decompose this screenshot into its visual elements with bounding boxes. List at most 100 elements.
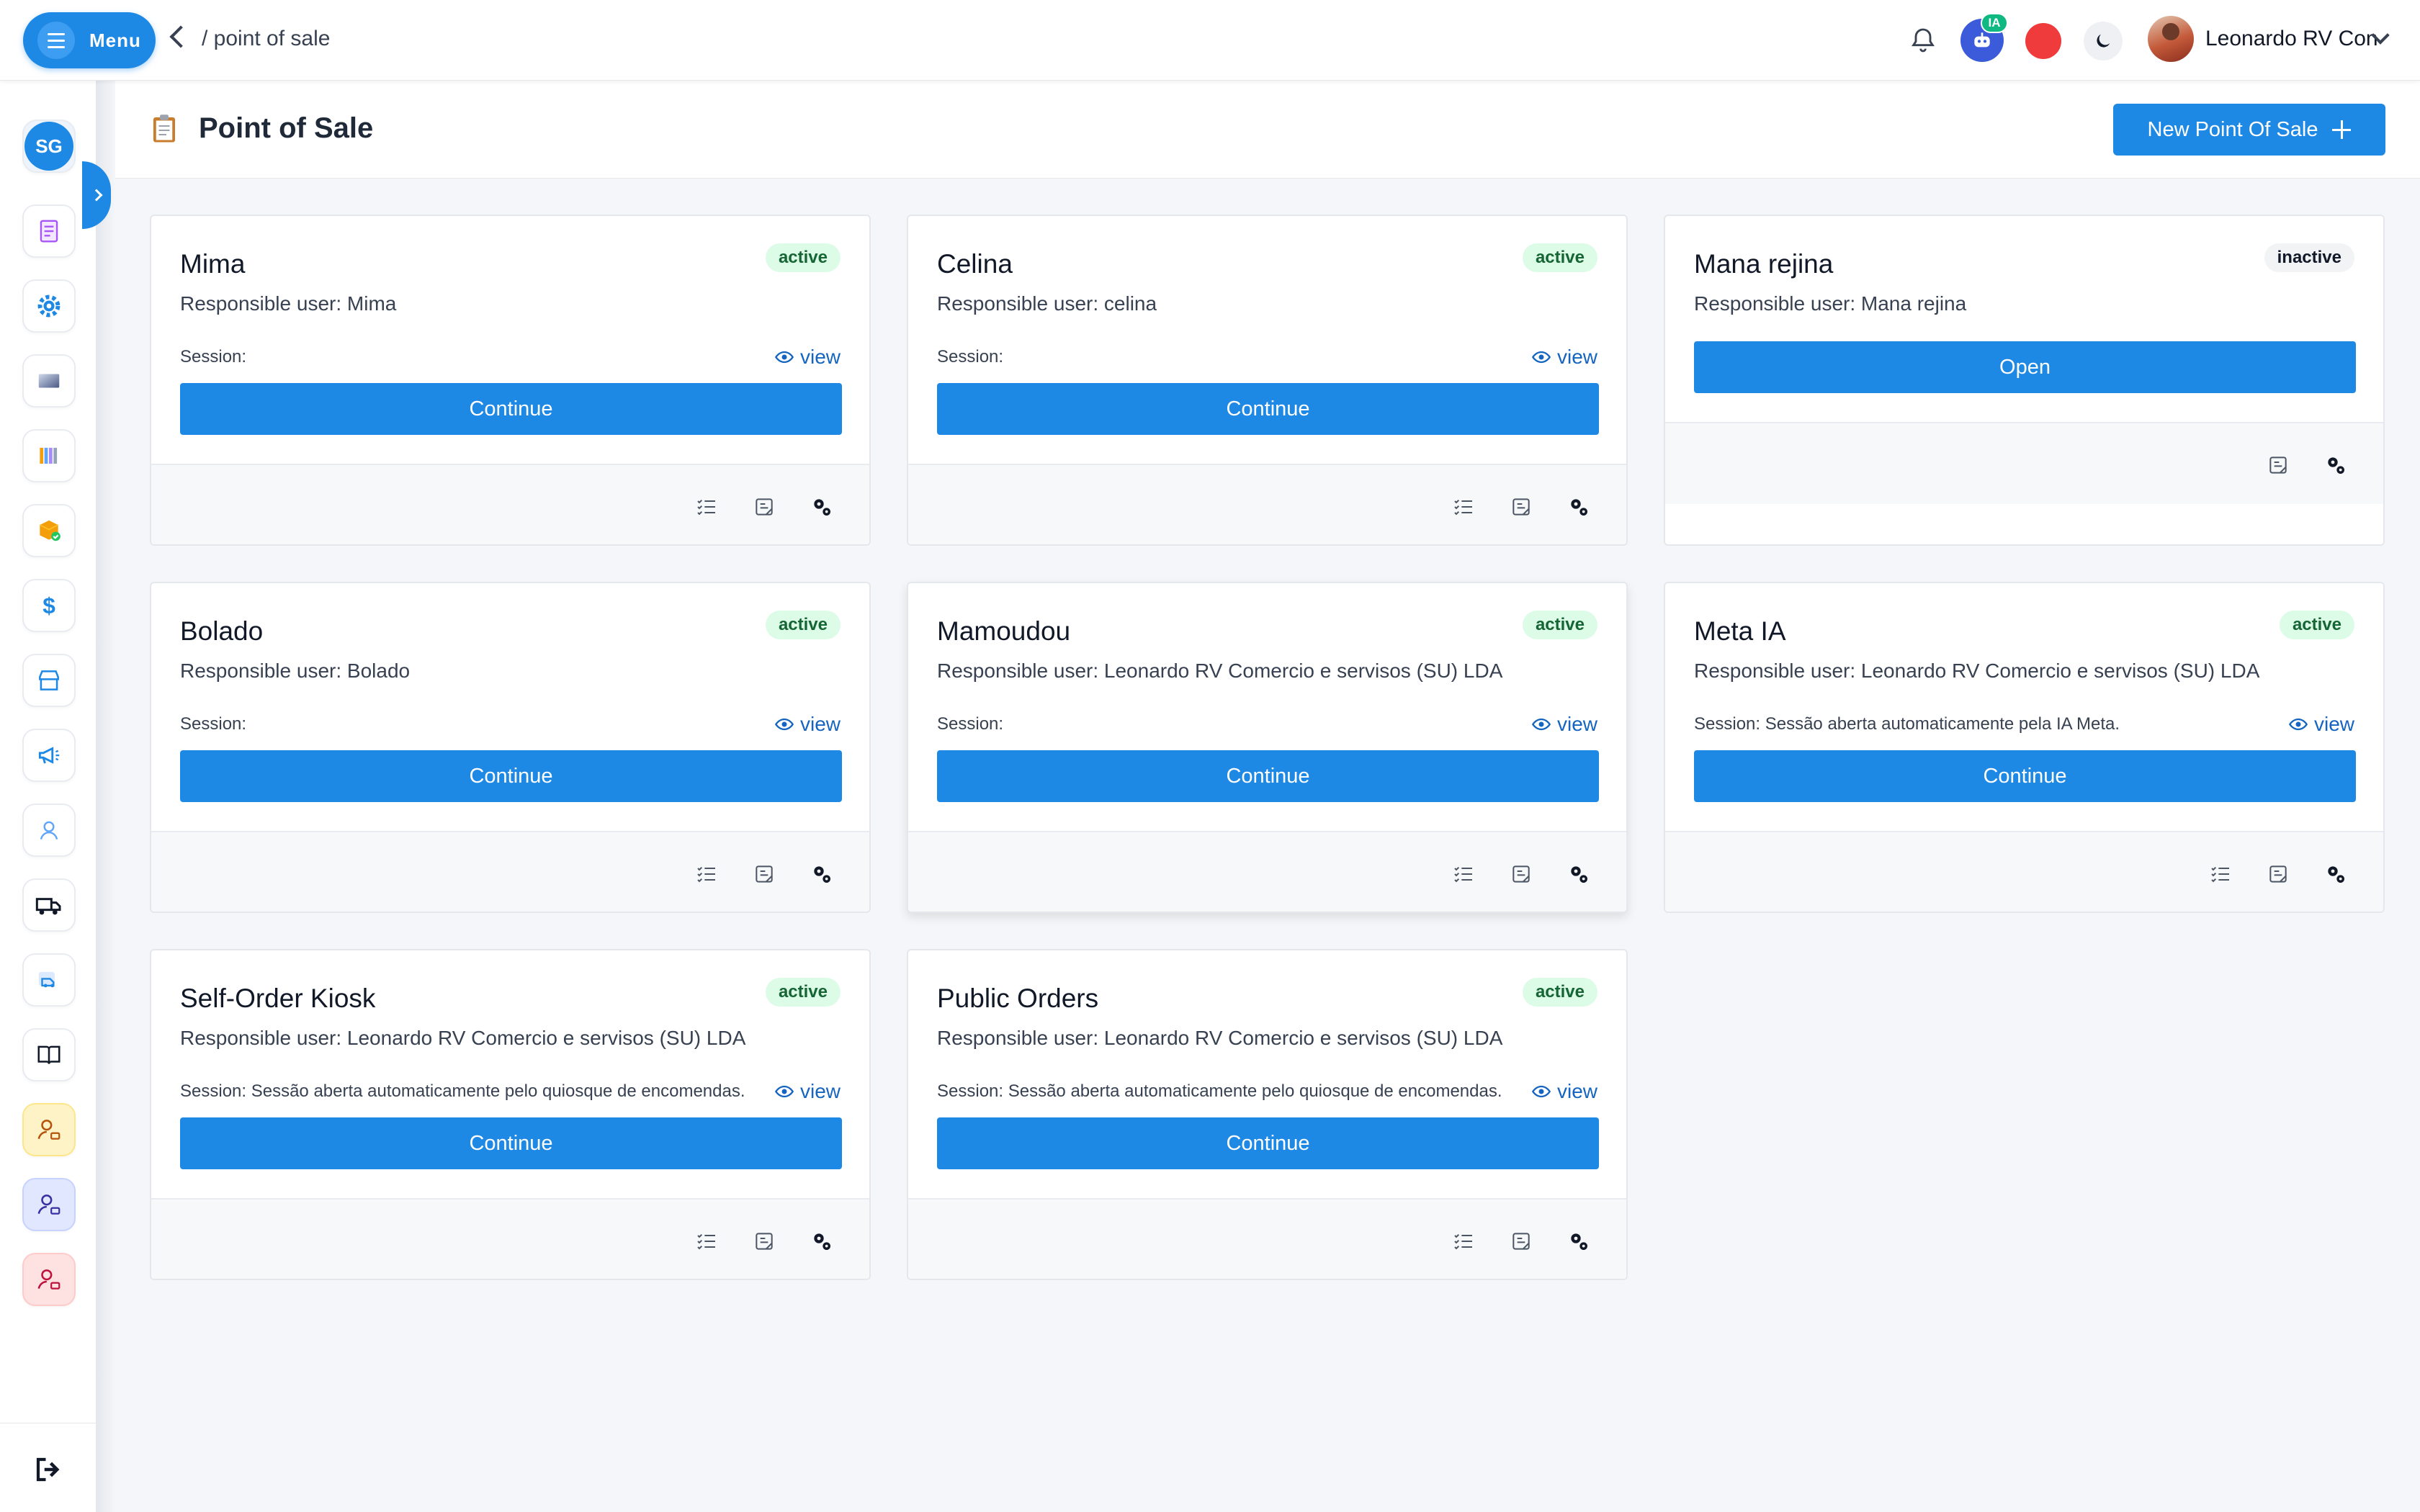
sidebar-item-user-blue[interactable]: [22, 1178, 76, 1231]
pos-name: Meta IA: [1694, 616, 1786, 646]
gears-icon[interactable]: [1567, 863, 1590, 886]
books-icon: [40, 447, 58, 464]
note-icon[interactable]: [753, 1230, 776, 1253]
continue-button[interactable]: Continue: [1694, 750, 2356, 802]
open-book-icon: [37, 1045, 60, 1064]
continue-button[interactable]: Continue: [180, 383, 842, 435]
continue-button[interactable]: Continue: [180, 1117, 842, 1169]
sidebar-item-user-yellow[interactable]: [22, 1103, 76, 1156]
note-icon[interactable]: [1510, 495, 1533, 518]
breadcrumb[interactable]: / point of sale: [202, 27, 330, 51]
view-label: view: [799, 1080, 841, 1102]
gears-icon[interactable]: [2324, 863, 2347, 886]
view-session-link[interactable]: view: [1529, 346, 1597, 369]
card-footer: [151, 831, 869, 912]
settings-gear-icon: [37, 294, 60, 318]
responsible-user: Responsible user: Leonardo RV Comercio e…: [937, 660, 1503, 682]
responsible-user: Responsible user: Mana rejina: [1694, 292, 1967, 315]
hamburger-icon: [37, 22, 75, 59]
dark-mode-toggle[interactable]: [2084, 22, 2123, 60]
menu-label: Menu: [89, 29, 141, 51]
status-badge: inactive: [2264, 243, 2354, 272]
continue-button[interactable]: Continue: [180, 750, 842, 802]
sidebar-item-delivery[interactable]: [22, 878, 76, 932]
package-check-icon: [39, 520, 60, 541]
megaphone-icon: [38, 747, 60, 764]
sidebar-item-products[interactable]: [22, 504, 76, 557]
view-session-link[interactable]: view: [1529, 1080, 1597, 1103]
view-label: view: [2313, 713, 2354, 735]
pos-name: Mima: [180, 249, 246, 279]
back-chevron-icon[interactable]: [169, 25, 192, 48]
menu-button[interactable]: Menu: [23, 12, 156, 68]
session-info: Session: Sessão aberta automaticamente p…: [937, 1081, 1502, 1101]
note-icon[interactable]: [1510, 1230, 1533, 1253]
view-session-link[interactable]: view: [772, 713, 841, 736]
gears-icon[interactable]: [1567, 495, 1590, 518]
responsible-user: Responsible user: Leonardo RV Comercio e…: [1694, 660, 2260, 682]
ai-badge: IA: [1981, 13, 2008, 33]
continue-button[interactable]: Continue: [937, 1117, 1599, 1169]
continue-button[interactable]: Continue: [937, 383, 1599, 435]
sidebar-item-catalog[interactable]: [22, 429, 76, 482]
notification-bell-icon[interactable]: [1909, 26, 1937, 55]
new-point-of-sale-button[interactable]: New Point Of Sale: [2113, 104, 2385, 156]
open-button[interactable]: Open: [1694, 341, 2356, 393]
pos-name: Mana rejina: [1694, 249, 1834, 279]
store-icon: [39, 670, 59, 690]
gears-icon[interactable]: [810, 1230, 833, 1253]
view-session-link[interactable]: view: [1529, 713, 1597, 736]
checklist-icon[interactable]: [695, 495, 718, 518]
checklist-icon[interactable]: [1452, 1230, 1475, 1253]
pos-card: Mamoudou active Responsible user: Leonar…: [907, 582, 1628, 913]
checklist-icon[interactable]: [2209, 863, 2232, 886]
note-icon[interactable]: [753, 495, 776, 518]
logout-icon[interactable]: [33, 1454, 63, 1485]
pos-card: Bolado active Responsible user: Bolado S…: [150, 582, 871, 913]
receipt-icon: [40, 220, 58, 243]
page-title: Point of Sale: [199, 112, 374, 144]
sidebar-item-settings[interactable]: [22, 279, 76, 333]
user-avatar[interactable]: [2148, 16, 2194, 62]
sidebar-item-shipping[interactable]: [22, 953, 76, 1007]
pos-card: Meta IA active Responsible user: Leonard…: [1664, 582, 2385, 913]
note-icon[interactable]: [1510, 863, 1533, 886]
sidebar-item-media[interactable]: [22, 354, 76, 408]
gears-icon[interactable]: [810, 863, 833, 886]
checklist-icon[interactable]: [1452, 863, 1475, 886]
status-badge: active: [765, 978, 841, 1007]
gears-icon[interactable]: [810, 495, 833, 518]
checklist-icon[interactable]: [695, 1230, 718, 1253]
continue-button[interactable]: Continue: [937, 750, 1599, 802]
delivery-truck-icon: [35, 898, 61, 915]
sidebar-item-marketing[interactable]: [22, 729, 76, 782]
sidebar-item-store[interactable]: [22, 654, 76, 707]
checklist-icon[interactable]: [1452, 495, 1475, 518]
avatar-initials: SG: [24, 122, 73, 171]
eye-icon: [2288, 718, 2308, 731]
checklist-icon[interactable]: [695, 863, 718, 886]
view-session-link[interactable]: view: [772, 1080, 841, 1103]
session-info: Session: Sessão aberta automaticamente p…: [1694, 714, 2120, 734]
note-icon[interactable]: [2267, 454, 2290, 477]
view-session-link[interactable]: view: [2286, 713, 2354, 736]
responsible-user: Responsible user: Leonardo RV Comercio e…: [937, 1027, 1503, 1049]
sidebar-item-finance[interactable]: $: [22, 579, 76, 632]
note-icon[interactable]: [753, 863, 776, 886]
eye-icon: [1531, 351, 1551, 364]
sidebar-item-receipts[interactable]: [22, 204, 76, 258]
pos-name: Public Orders: [937, 984, 1099, 1013]
view-label: view: [1556, 713, 1597, 735]
note-icon[interactable]: [2267, 863, 2290, 886]
view-session-link[interactable]: view: [772, 346, 841, 369]
user-name[interactable]: Leonardo RV Con: [2205, 27, 2378, 51]
record-status-dot[interactable]: [2025, 23, 2061, 59]
sidebar-item-user-red[interactable]: [22, 1253, 76, 1306]
sidebar-item-team[interactable]: [22, 804, 76, 857]
sidebar-item-docs[interactable]: [22, 1028, 76, 1081]
gears-icon[interactable]: [1567, 1230, 1590, 1253]
sidebar-avatar[interactable]: SG: [22, 120, 76, 173]
view-label: view: [799, 713, 841, 735]
responsible-user: Responsible user: Bolado: [180, 660, 411, 682]
gears-icon[interactable]: [2324, 454, 2347, 477]
